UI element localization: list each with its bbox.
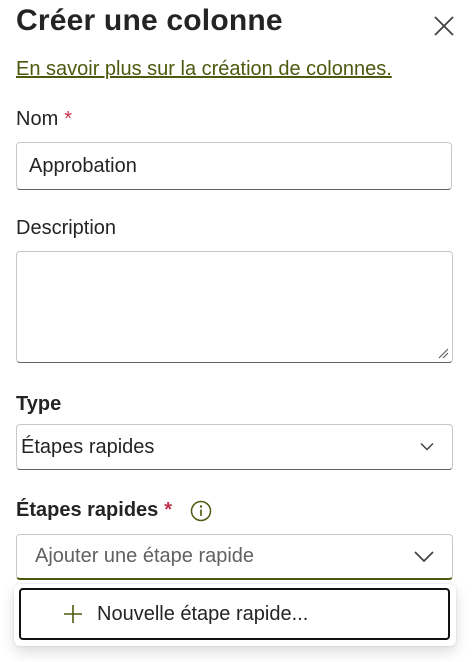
- chevron-down-icon: [420, 442, 434, 451]
- info-icon[interactable]: [190, 500, 212, 522]
- name-input[interactable]: Approbation: [16, 142, 452, 190]
- quick-steps-label-text: Étapes rapides: [16, 499, 159, 521]
- name-input-value: Approbation: [29, 154, 137, 177]
- quick-steps-label: Étapes rapides *: [16, 499, 212, 522]
- resize-grip-icon[interactable]: [437, 347, 449, 359]
- quick-steps-menu: Nouvelle étape rapide...: [14, 584, 456, 646]
- close-button[interactable]: [432, 14, 456, 38]
- learn-more-link[interactable]: En savoir plus sur la création de colonn…: [16, 58, 392, 81]
- quick-steps-placeholder: Ajouter une étape rapide: [35, 545, 255, 567]
- description-textarea[interactable]: [16, 251, 453, 363]
- name-label: Nom *: [16, 108, 72, 131]
- required-indicator: *: [64, 108, 73, 130]
- new-quick-step-label: Nouvelle étape rapide...: [97, 602, 309, 625]
- plus-icon: [64, 605, 82, 623]
- quick-steps-dropdown[interactable]: Ajouter une étape rapide: [16, 534, 453, 580]
- chevron-down-icon: [414, 550, 434, 562]
- name-label-text: Nom: [16, 108, 59, 130]
- new-quick-step-menu-item[interactable]: Nouvelle étape rapide...: [19, 588, 450, 640]
- type-label: Type: [16, 393, 62, 415]
- type-dropdown[interactable]: Étapes rapides: [16, 424, 453, 470]
- required-indicator: *: [164, 499, 173, 521]
- description-label: Description: [16, 217, 117, 239]
- type-selected-value: Étapes rapides: [21, 435, 155, 458]
- panel-title: Créer une colonne: [16, 4, 283, 37]
- close-icon: [434, 16, 454, 36]
